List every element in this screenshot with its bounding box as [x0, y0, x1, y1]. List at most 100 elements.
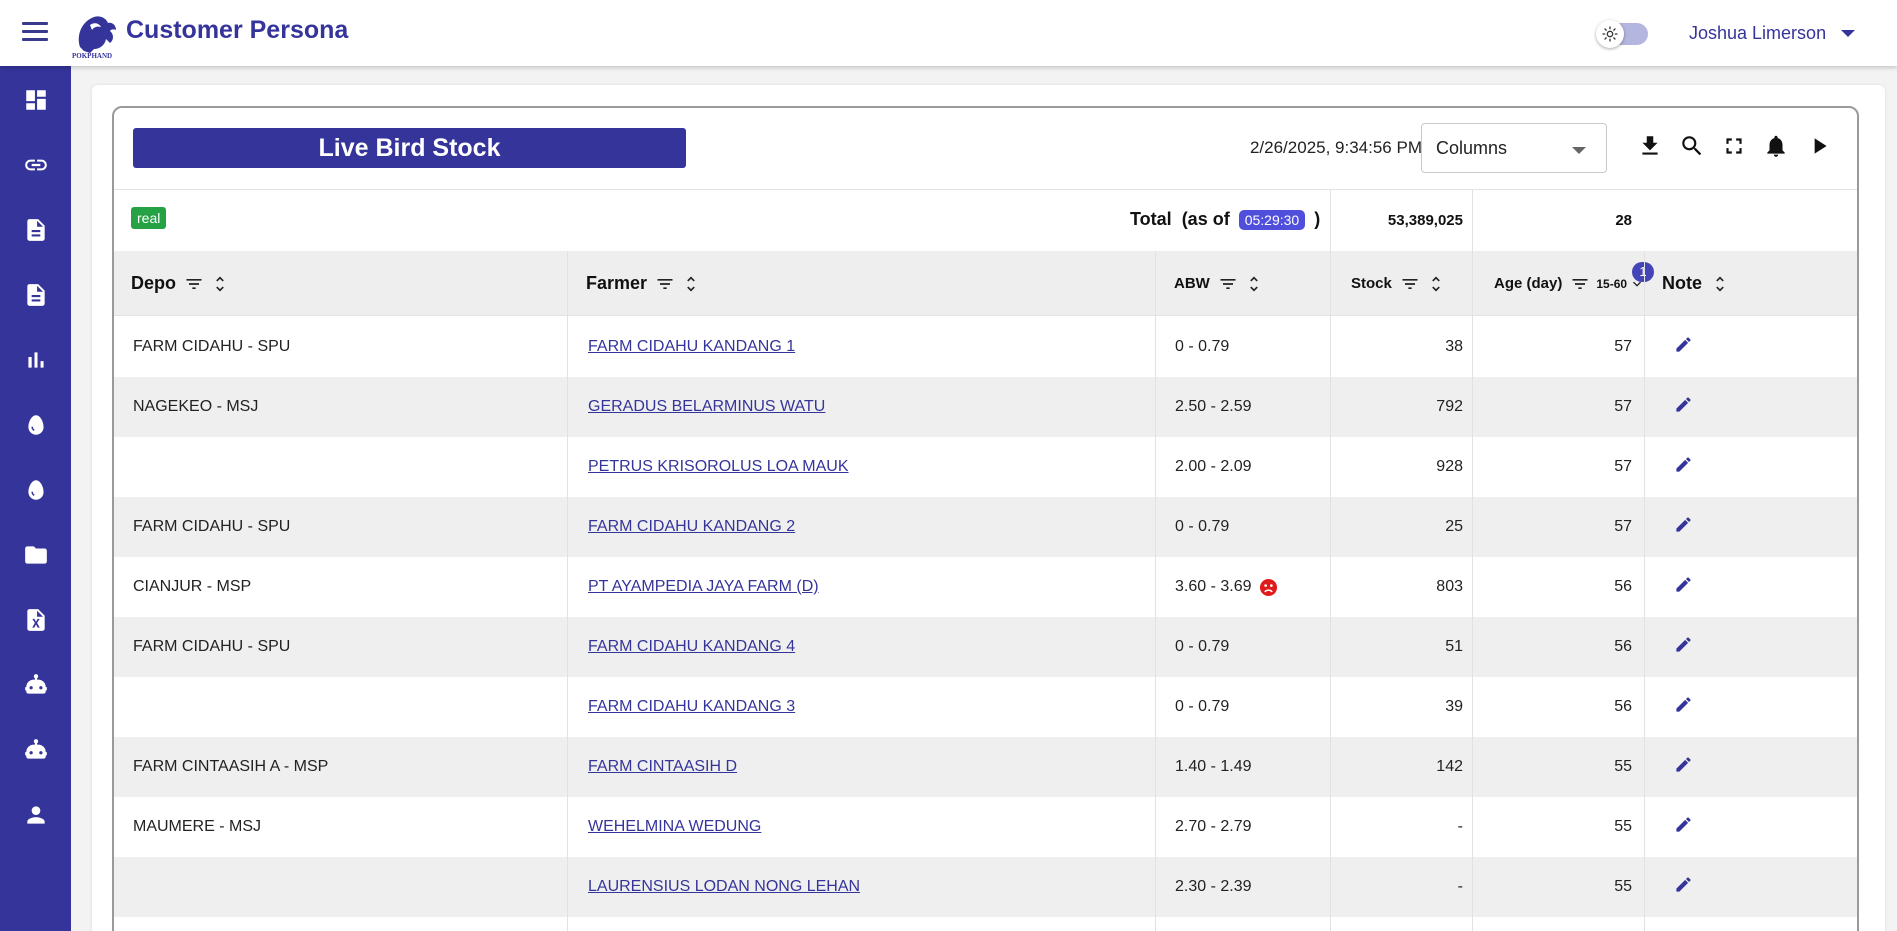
sidebar-item-profile[interactable]: [0, 789, 71, 841]
dashboard-icon: [25, 90, 46, 110]
total-label: Total (as of 05:29:30 ): [1130, 209, 1321, 230]
age-cell: 55: [1614, 878, 1632, 895]
fullscreen-button[interactable]: [1718, 130, 1750, 162]
depo-cell: CIANJUR - MSP: [133, 578, 252, 595]
download-icon: [1642, 136, 1658, 155]
sidebar-item-reports[interactable]: [0, 334, 71, 386]
sidebar-item-document[interactable]: [0, 204, 71, 256]
stock-cell: 25: [1445, 518, 1463, 535]
filter-icon[interactable]: [1218, 274, 1238, 294]
play-icon: [1814, 138, 1827, 154]
age-cell: 55: [1614, 818, 1632, 835]
stock-cell: 38: [1445, 338, 1463, 355]
depo-cell: FARM CIDAHU - SPU: [133, 338, 291, 355]
column-header-age[interactable]: Age (day) 15-60: [1494, 251, 1651, 316]
age-cell: 57: [1614, 338, 1632, 355]
edit-icon[interactable]: [1674, 335, 1693, 359]
edit-note-button[interactable]: [1674, 677, 1693, 737]
age-cell: 57: [1614, 458, 1632, 475]
depo-cell: FARM CIDAHU - SPU: [133, 518, 291, 535]
farmer-link[interactable]: FARM CIDAHU KANDANG 4: [588, 617, 795, 677]
age-filter-range: 15-60: [1596, 276, 1628, 291]
download-button[interactable]: [1634, 130, 1666, 162]
edit-note-button[interactable]: [1674, 737, 1693, 797]
column-header-note[interactable]: Note: [1662, 251, 1736, 316]
sidebar-item-excel[interactable]: [0, 594, 71, 646]
filter-icon[interactable]: [1400, 274, 1420, 294]
farmer-link[interactable]: FARM CINTAASIH D: [588, 737, 737, 797]
filter-icon[interactable]: [1570, 274, 1590, 294]
egg-icon: [27, 415, 44, 435]
svg-text:POKPHAND: POKPHAND: [72, 52, 112, 59]
sidebar-item-folder[interactable]: [0, 529, 71, 581]
column-header-abw[interactable]: ABW: [1174, 251, 1270, 316]
sort-icon[interactable]: [1426, 274, 1446, 294]
edit-note-button[interactable]: [1674, 557, 1693, 617]
edit-icon[interactable]: [1674, 695, 1693, 719]
menu-icon[interactable]: [22, 22, 48, 42]
robot-icon: [24, 674, 47, 694]
top-app-bar: POKPHAND Customer Persona Joshua Limerso…: [0, 0, 1897, 66]
farmer-link[interactable]: FARM CIDAHU KANDANG 3: [588, 677, 795, 737]
bar-chart-icon: [27, 352, 44, 368]
farmer-link[interactable]: FARM CIDAHU KANDANG 1: [588, 317, 795, 377]
sort-icon[interactable]: [210, 274, 230, 294]
sort-icon[interactable]: [1710, 274, 1730, 294]
sidebar-item-robot-2[interactable]: [0, 724, 71, 776]
search-button[interactable]: [1676, 130, 1708, 162]
panel-title: Live Bird Stock: [133, 128, 686, 168]
sort-icon[interactable]: [1244, 274, 1264, 294]
user-menu-name[interactable]: Joshua Limerson: [1689, 23, 1826, 44]
sidebar-item-egg-2[interactable]: [0, 464, 71, 516]
abw-cell: 1.40 - 1.49: [1175, 758, 1252, 775]
filter-icon[interactable]: [184, 274, 204, 294]
depo-cell: FARM CINTAASIH A - MSP: [133, 758, 329, 775]
depo-cell: MAUMERE - MSJ: [133, 818, 261, 835]
farmer-link[interactable]: FARM CIDAHU KANDANG 2: [588, 497, 795, 557]
abw-cell: 2.30 - 2.39: [1175, 878, 1252, 895]
sidebar-item-document-2[interactable]: [0, 269, 71, 321]
columns-select[interactable]: Columns: [1421, 123, 1607, 173]
edit-icon[interactable]: [1674, 755, 1693, 779]
farmer-link[interactable]: GERADUS BELARMINUS WATU: [588, 377, 825, 437]
edit-icon[interactable]: [1674, 635, 1693, 659]
column-header-depo[interactable]: Depo: [131, 251, 236, 316]
farmer-link[interactable]: LAURENSIUS LODAN NONG LEHAN: [588, 857, 860, 917]
edit-note-button[interactable]: [1674, 377, 1693, 437]
sidebar-item-dashboard[interactable]: [0, 74, 71, 126]
edit-icon[interactable]: [1674, 875, 1693, 899]
edit-icon[interactable]: [1674, 575, 1693, 599]
edit-icon[interactable]: [1674, 815, 1693, 839]
edit-note-button[interactable]: [1674, 857, 1693, 917]
notifications-button[interactable]: [1760, 130, 1792, 162]
sidebar-item-robot[interactable]: [0, 659, 71, 711]
edit-note-button[interactable]: [1674, 617, 1693, 677]
edit-note-button[interactable]: [1674, 797, 1693, 857]
table-row: MAUMERE - MSJ WEHELMINA WEDUNG 2.70 - 2.79…: [114, 797, 1857, 857]
edit-icon[interactable]: [1674, 515, 1693, 539]
table-row: PETRUS KRISOROLUS LOA MAUK 2.00 - 2.09 928…: [114, 437, 1857, 497]
depo-cell: FARM CIDAHU - SPU: [133, 638, 291, 655]
filter-icon[interactable]: [655, 274, 675, 294]
edit-icon[interactable]: [1674, 455, 1693, 479]
edit-note-button[interactable]: [1674, 437, 1693, 497]
column-header-farmer[interactable]: Farmer: [586, 251, 707, 316]
edit-note-button[interactable]: [1674, 497, 1693, 557]
column-header-stock[interactable]: Stock: [1351, 251, 1452, 316]
theme-toggle[interactable]: [1596, 20, 1654, 48]
abw-cell: 2.70 - 2.79: [1175, 818, 1252, 835]
play-button[interactable]: [1803, 130, 1835, 162]
link-icon: [24, 159, 47, 171]
farmer-link[interactable]: PETRUS KRISOROLUS LOA MAUK: [588, 437, 849, 497]
edit-icon[interactable]: [1674, 395, 1693, 419]
sidebar-item-links[interactable]: [0, 139, 71, 191]
chevron-down-icon[interactable]: [1841, 30, 1855, 37]
chevron-down-icon: [1572, 147, 1586, 154]
farmer-link[interactable]: PT AYAMPEDIA JAYA FARM (D): [588, 557, 819, 617]
table-row: FARM CIDAHU - SPU FARM CIDAHU KANDANG 2 0 …: [114, 497, 1857, 557]
sort-icon[interactable]: [681, 274, 701, 294]
farmer-link[interactable]: WEHELMINA WEDUNG: [588, 797, 761, 857]
stock-cell: -: [1457, 818, 1463, 835]
sidebar-item-egg[interactable]: [0, 399, 71, 451]
edit-note-button[interactable]: [1674, 317, 1693, 377]
